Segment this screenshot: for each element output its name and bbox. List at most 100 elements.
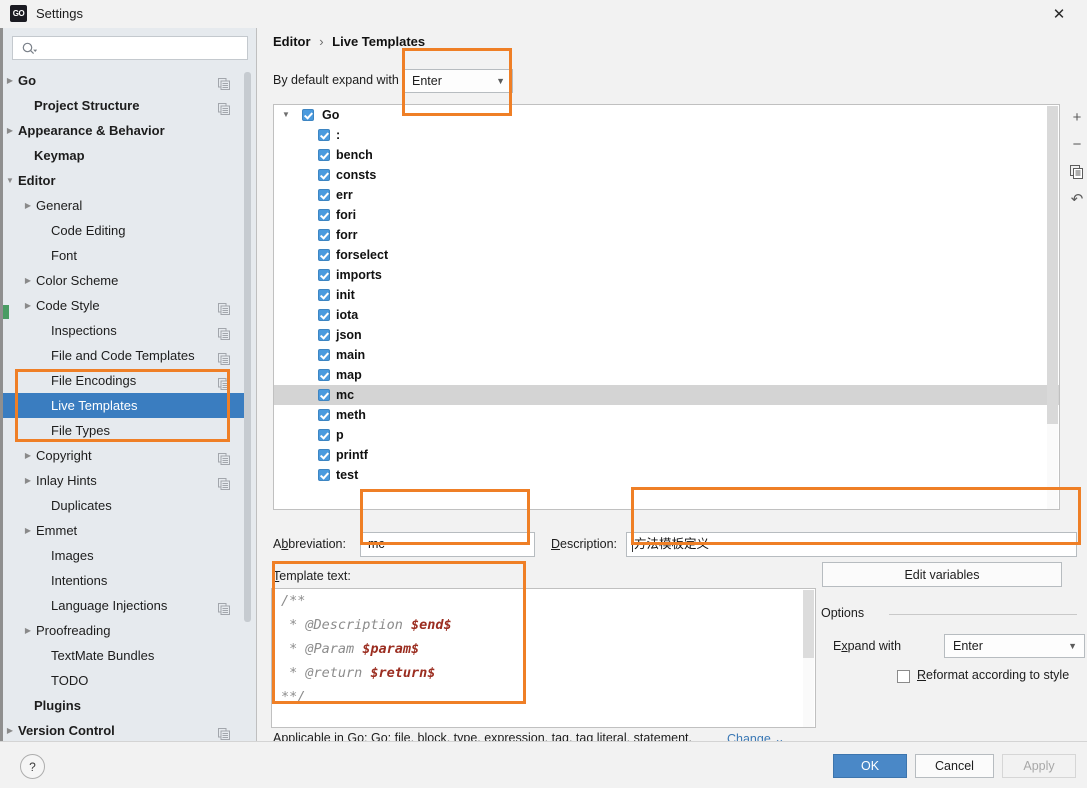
template-checkbox[interactable] [318, 429, 330, 441]
template-row[interactable]: printf [274, 445, 1059, 465]
sidebar-item-copyright[interactable]: ▶Copyright [0, 443, 248, 468]
chevron-right-icon[interactable]: ▶ [22, 443, 34, 468]
cancel-button[interactable]: Cancel [915, 754, 994, 778]
template-row[interactable]: fori [274, 205, 1059, 225]
reformat-checkbox[interactable] [897, 670, 910, 683]
template-checkbox[interactable] [318, 229, 330, 241]
template-checkbox[interactable] [318, 449, 330, 461]
template-row[interactable]: ▼Go [274, 105, 1059, 125]
chevron-down-icon[interactable]: ▼ [4, 168, 16, 193]
description-input[interactable]: 方法模板定义 [626, 532, 1077, 557]
template-checkbox[interactable] [318, 309, 330, 321]
sidebar-scrollbar-thumb[interactable] [244, 72, 251, 622]
template-row[interactable]: main [274, 345, 1059, 365]
sidebar-item-todo[interactable]: TODO [0, 668, 248, 693]
edit-variables-button[interactable]: Edit variables [822, 562, 1062, 587]
template-row[interactable]: init [274, 285, 1059, 305]
template-row[interactable]: imports [274, 265, 1059, 285]
chevron-right-icon[interactable]: ▶ [22, 268, 34, 293]
copy-icon[interactable] [218, 74, 230, 86]
copy-icon[interactable] [218, 324, 230, 336]
sidebar-item-file-and-code-templates[interactable]: File and Code Templates [0, 343, 248, 368]
sidebar-item-duplicates[interactable]: Duplicates [0, 493, 248, 518]
sidebar-item-images[interactable]: Images [0, 543, 248, 568]
template-checkbox[interactable] [318, 289, 330, 301]
template-row[interactable]: map [274, 365, 1059, 385]
chevron-down-icon[interactable]: ▼ [282, 105, 290, 125]
sidebar-item-file-types[interactable]: File Types [0, 418, 248, 443]
chevron-right-icon[interactable]: ▶ [22, 518, 34, 543]
breadcrumb-parent[interactable]: Editor [273, 34, 311, 49]
template-checkbox[interactable] [318, 349, 330, 361]
sidebar-item-go[interactable]: ▶Go [0, 68, 248, 93]
template-checkbox[interactable] [318, 149, 330, 161]
template-checkbox[interactable] [318, 389, 330, 401]
chevron-right-icon[interactable]: ▶ [22, 618, 34, 643]
template-row[interactable]: json [274, 325, 1059, 345]
expand-with-combo[interactable]: Enter ▼ [944, 634, 1085, 658]
template-checkbox[interactable] [318, 209, 330, 221]
template-row[interactable]: meth [274, 405, 1059, 425]
add-icon[interactable]: + [1065, 104, 1087, 131]
sidebar-item-file-encodings[interactable]: File Encodings [0, 368, 248, 393]
template-row[interactable]: iota [274, 305, 1059, 325]
chevron-right-icon[interactable]: ▶ [4, 118, 16, 143]
search-field[interactable] [12, 36, 248, 60]
sidebar-item-plugins[interactable]: Plugins [0, 693, 248, 718]
chevron-right-icon[interactable]: ▶ [4, 718, 16, 740]
close-icon[interactable]: ✕ [1039, 0, 1079, 28]
template-text-editor[interactable]: /** * @Description $end$ * @Param $param… [271, 588, 816, 728]
list-scrollbar-thumb[interactable] [1047, 106, 1058, 424]
chevron-right-icon[interactable]: ▶ [22, 193, 34, 218]
template-row[interactable]: forr [274, 225, 1059, 245]
copy-icon[interactable] [218, 299, 230, 311]
duplicate-icon[interactable] [1065, 158, 1087, 185]
template-row[interactable]: test [274, 465, 1059, 485]
sidebar-item-project-structure[interactable]: Project Structure [0, 93, 248, 118]
sidebar-item-version-control[interactable]: ▶Version Control [0, 718, 248, 740]
sidebar-item-inspections[interactable]: Inspections [0, 318, 248, 343]
sidebar-item-editor[interactable]: ▼Editor [0, 168, 248, 193]
template-row[interactable]: err [274, 185, 1059, 205]
template-row[interactable]: mc [274, 385, 1059, 405]
template-row[interactable]: : [274, 125, 1059, 145]
search-input[interactable] [41, 37, 245, 61]
help-icon[interactable]: ? [20, 754, 45, 779]
sidebar-item-live-templates[interactable]: Live Templates [0, 393, 248, 418]
copy-icon[interactable] [218, 474, 230, 486]
template-row[interactable]: p [274, 425, 1059, 445]
template-checkbox[interactable] [318, 249, 330, 261]
sidebar-item-keymap[interactable]: Keymap [0, 143, 248, 168]
template-row[interactable]: bench [274, 145, 1059, 165]
copy-icon[interactable] [218, 449, 230, 461]
template-checkbox[interactable] [318, 329, 330, 341]
live-templates-list[interactable]: ▼Go:benchconstserrforiforrforselectimpor… [273, 104, 1060, 510]
template-checkbox[interactable] [318, 189, 330, 201]
chevron-right-icon[interactable]: ▶ [22, 293, 34, 318]
template-row[interactable]: consts [274, 165, 1059, 185]
remove-icon[interactable]: − [1065, 131, 1087, 158]
sidebar-item-emmet[interactable]: ▶Emmet [0, 518, 248, 543]
editor-scrollbar-thumb[interactable] [803, 590, 814, 658]
sidebar-item-inlay-hints[interactable]: ▶Inlay Hints [0, 468, 248, 493]
template-checkbox[interactable] [318, 129, 330, 141]
template-checkbox[interactable] [318, 269, 330, 281]
default-expand-with-combo[interactable]: Enter ▼ [403, 69, 513, 93]
copy-icon[interactable] [218, 349, 230, 361]
template-checkbox[interactable] [318, 469, 330, 481]
chevron-right-icon[interactable]: ▶ [4, 68, 16, 93]
template-checkbox[interactable] [318, 369, 330, 381]
ok-button[interactable]: OK [833, 754, 907, 778]
sidebar-item-code-style[interactable]: ▶Code Style [0, 293, 248, 318]
copy-icon[interactable] [218, 99, 230, 111]
sidebar-item-intentions[interactable]: Intentions [0, 568, 248, 593]
sidebar-item-appearance-behavior[interactable]: ▶Appearance & Behavior [0, 118, 248, 143]
template-checkbox[interactable] [318, 169, 330, 181]
copy-icon[interactable] [218, 724, 230, 736]
sidebar-item-code-editing[interactable]: Code Editing [0, 218, 248, 243]
template-checkbox[interactable] [318, 409, 330, 421]
chevron-right-icon[interactable]: ▶ [22, 468, 34, 493]
sidebar-item-color-scheme[interactable]: ▶Color Scheme [0, 268, 248, 293]
sidebar-item-font[interactable]: Font [0, 243, 248, 268]
sidebar-item-proofreading[interactable]: ▶Proofreading [0, 618, 248, 643]
